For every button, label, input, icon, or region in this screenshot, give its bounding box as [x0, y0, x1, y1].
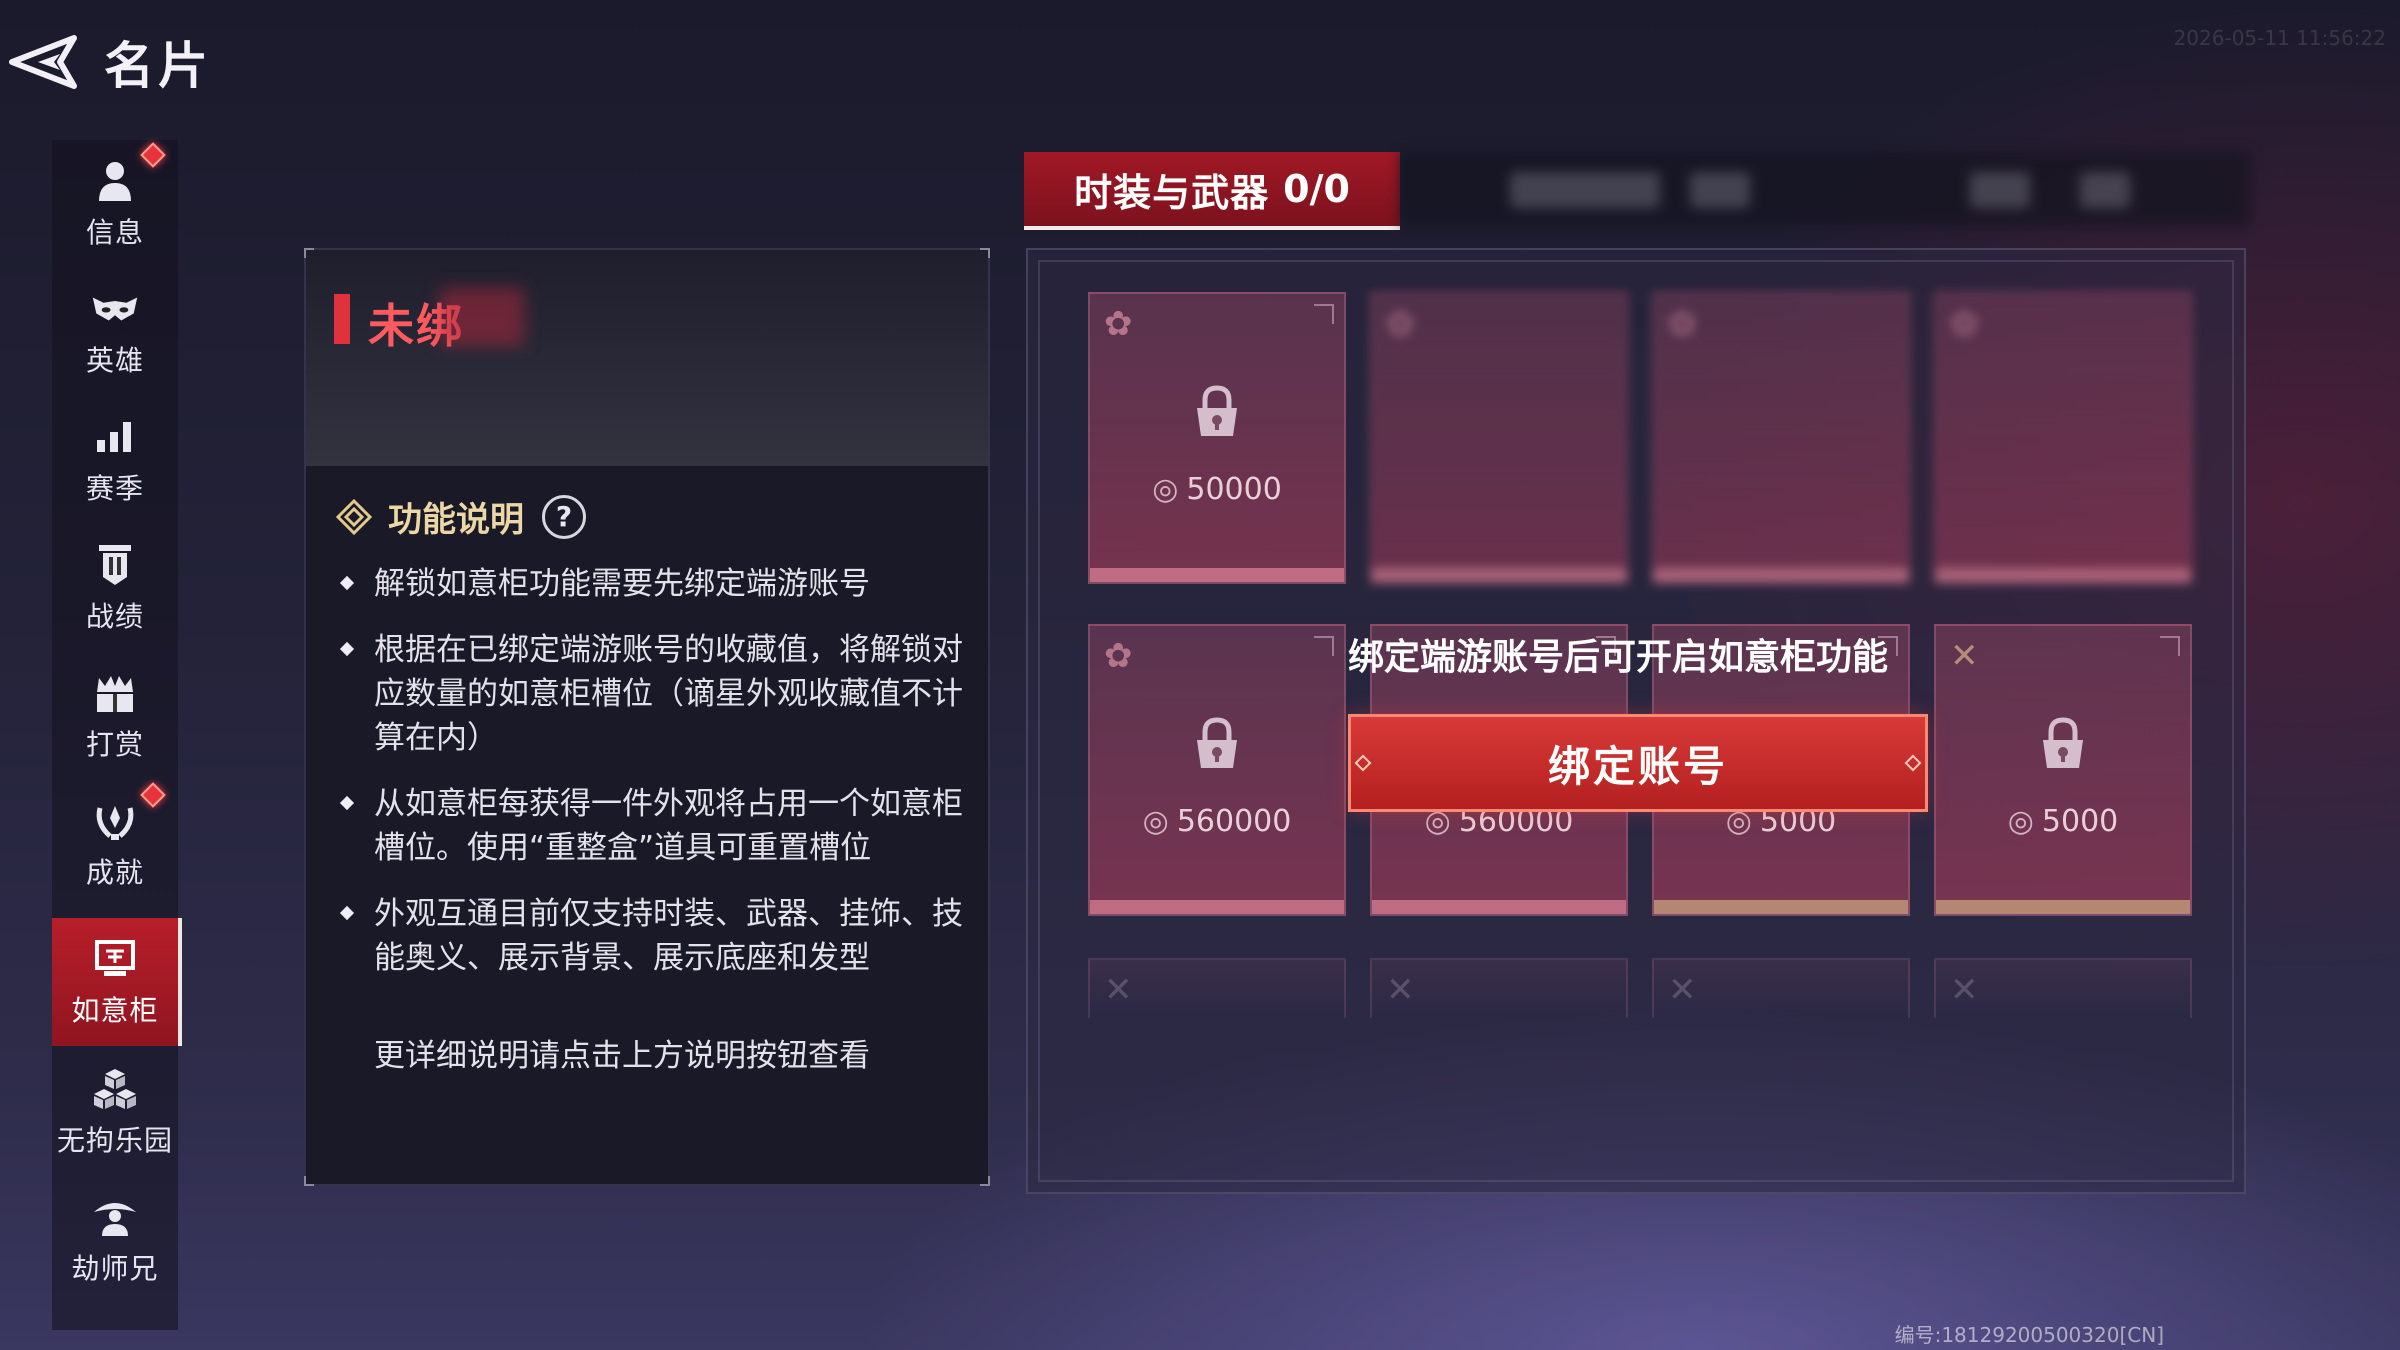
- coin-icon: ◎: [1142, 804, 1169, 839]
- sidebar-item-hero[interactable]: 英雄: [52, 268, 178, 396]
- banner-icon: [91, 541, 139, 589]
- sidebar-item-label: 劫师兄: [71, 1252, 159, 1285]
- notification-badge: [140, 142, 166, 168]
- sidebar-item-brother[interactable]: 劫师兄: [52, 1176, 178, 1304]
- bind-account-button[interactable]: 绑定账号: [1348, 714, 1928, 812]
- sidebar-item-label: 成就: [85, 856, 144, 889]
- cabinet-slot[interactable]: ✿ ◎ 50000: [1088, 292, 1346, 584]
- person-icon: [91, 157, 139, 205]
- cabinet-slot-faded: ✕: [1370, 958, 1628, 1018]
- sidebar-item-reward[interactable]: 打赏: [52, 652, 178, 780]
- more-info-note: 更详细说明请点击上方说明按钮查看: [374, 1038, 870, 1074]
- cabinet-slot[interactable]: ✕ ◎ 5000: [1934, 624, 2192, 916]
- sidebar-item-label: 战绩: [85, 600, 144, 633]
- coin-icon: ◎: [1152, 472, 1179, 507]
- notification-badge: [140, 782, 166, 808]
- cabinet-slot[interactable]: ✿ ◎ 560000: [1088, 624, 1346, 916]
- function-description-header: 功能说明 ?: [336, 492, 586, 541]
- sidebar-item-cabinet[interactable]: 如意柜: [52, 918, 182, 1046]
- gift-icon: [91, 669, 139, 717]
- coin-icon: ◎: [2007, 804, 2034, 839]
- cabinet-slot-faded: ✕: [1652, 958, 1910, 1018]
- lock-icon: [1197, 717, 1237, 768]
- butterfly-icon: ✕: [1950, 636, 1979, 676]
- bar-chart-icon: [91, 413, 139, 461]
- tab-label: 时装与武器: [1074, 170, 1270, 215]
- description-item: 解锁如意柜功能需要先绑定端游账号: [336, 562, 966, 606]
- sidebar: 信息 英雄 赛季 战绩 打赏 成就 如意柜 无拘乐园 劫师兄: [52, 140, 182, 1330]
- cabinet-slot-blurred: ✿: [1370, 292, 1628, 584]
- timestamp: 2026-05-11 11:56:22: [2173, 26, 2386, 50]
- sidebar-item-achievement[interactable]: 成就: [52, 780, 178, 908]
- status-marker: [334, 294, 350, 344]
- sidebar-item-info[interactable]: 信息: [52, 140, 178, 268]
- bind-hint-text: 绑定端游账号后可开启如意柜功能: [1348, 637, 1889, 678]
- description-item: 根据在已绑定端游账号的收藏值，将解锁对应数量的如意柜槽位（谪星外观收藏值不计算在…: [336, 628, 966, 760]
- redacted-text: [440, 288, 524, 346]
- cabinet-slot-blurred: ✿: [1934, 292, 2192, 584]
- bind-account-label: 绑定账号: [1547, 741, 1728, 791]
- cabinet-icon: [91, 935, 139, 983]
- back-arrow-icon: [9, 35, 77, 89]
- blurred-tabs: [1400, 152, 2250, 226]
- cabinet-slot-blurred: ✿: [1652, 292, 1910, 584]
- sidebar-item-label: 英雄: [85, 344, 144, 377]
- diamond-icon: [336, 498, 372, 535]
- laurel-icon: [91, 797, 139, 845]
- sidebar-item-label: 信息: [85, 216, 144, 249]
- info-panel: 未绑 功能说明 ? 解锁如意柜功能需要先绑定端游账号 根据在已绑定端游账号的收藏…: [304, 248, 990, 1186]
- header: 名片: [0, 20, 212, 104]
- cabinet-slot-faded: ✕: [1934, 958, 2192, 1018]
- sidebar-item-label: 打赏: [85, 728, 144, 761]
- lock-icon: [1197, 385, 1237, 436]
- slot-cost: ◎ 50000: [1152, 472, 1282, 507]
- sidebar-item-playground[interactable]: 无拘乐园: [52, 1048, 178, 1176]
- cabinet-slot-faded: ✕: [1088, 958, 1346, 1018]
- sidebar-item-label: 赛季: [85, 472, 144, 505]
- description-list: 解锁如意柜功能需要先绑定端游账号 根据在已绑定端游账号的收藏值，将解锁对应数量的…: [336, 562, 966, 1002]
- bind-status-banner: 未绑: [306, 250, 988, 466]
- sidebar-item-label: 如意柜: [71, 994, 159, 1027]
- tab-costume-weapon[interactable]: 时装与武器 0/0: [1024, 152, 1400, 230]
- slot-cost: ◎ 5000: [2007, 804, 2119, 839]
- help-button[interactable]: ?: [542, 494, 586, 539]
- server-code: 编号:18129200500320[CN]: [1894, 1323, 2164, 1347]
- flower-icon: ✿: [1104, 636, 1133, 676]
- sidebar-item-label: 无拘乐园: [56, 1124, 173, 1157]
- function-description-title: 功能说明: [388, 500, 524, 540]
- description-item: 从如意柜每获得一件外观将占用一个如意柜槽位。使用“重整盒”道具可重置槽位: [336, 782, 966, 870]
- tab-count: 0/0: [1283, 167, 1350, 211]
- cubes-icon: [91, 1065, 139, 1113]
- slot-cost: ◎ 560000: [1142, 804, 1292, 839]
- sidebar-item-record[interactable]: 战绩: [52, 524, 178, 652]
- hat-figure-icon: [91, 1193, 139, 1241]
- sidebar-item-season[interactable]: 赛季: [52, 396, 178, 524]
- question-icon: ?: [555, 500, 573, 533]
- hero-mask-icon: [91, 285, 139, 333]
- description-item: 外观互通目前仅支持时装、武器、挂饰、技能奥义、展示背景、展示底座和发型: [336, 892, 966, 980]
- flower-icon: ✿: [1104, 304, 1133, 344]
- lock-icon: [2043, 717, 2083, 768]
- back-button[interactable]: [0, 20, 84, 104]
- page-title: 名片: [104, 37, 212, 95]
